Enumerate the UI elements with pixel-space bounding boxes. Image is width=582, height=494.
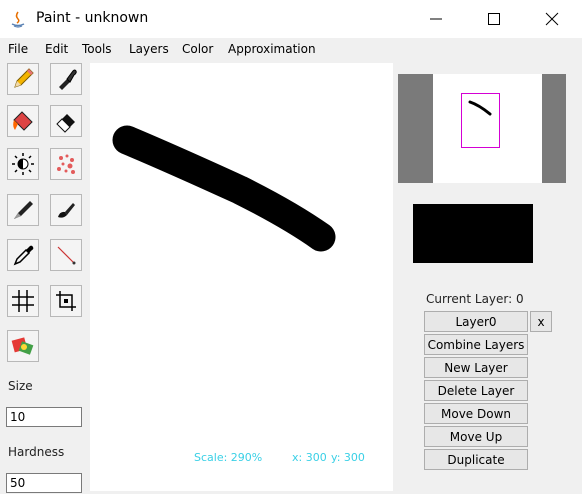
combine-layers-button[interactable]: Combine Layers	[424, 334, 528, 355]
title-bar: Paint - unknown	[0, 0, 582, 38]
x-readout: x: 300	[292, 451, 327, 464]
preview-page	[433, 74, 542, 183]
maximize-button[interactable]	[465, 0, 523, 38]
spray-tool-button[interactable]	[50, 148, 82, 180]
menu-color[interactable]: Color	[182, 42, 213, 56]
brush-icon	[14, 201, 33, 219]
spray-icon	[57, 154, 75, 174]
drawing-canvas[interactable]	[90, 63, 393, 491]
brightness-tool-button[interactable]	[7, 148, 39, 180]
grid-icon	[12, 290, 34, 312]
menu-layers[interactable]: Layers	[129, 42, 169, 56]
crop-icon	[56, 291, 76, 311]
java-icon	[8, 9, 28, 29]
line-tool-button[interactable]	[50, 239, 82, 271]
hardness-label: Hardness	[8, 445, 65, 459]
paint-bucket-icon	[13, 111, 33, 131]
shapes-icon	[11, 337, 34, 355]
current-color-swatch[interactable]	[413, 204, 533, 263]
paint-bucket-tool-button[interactable]	[7, 105, 39, 137]
remove-layer-button[interactable]: x	[530, 311, 552, 332]
duplicate-button[interactable]: Duplicate	[424, 449, 528, 470]
close-icon	[545, 12, 559, 26]
brush-stroke	[112, 125, 336, 252]
smudge-tool-button[interactable]	[50, 194, 82, 226]
minimize-icon	[430, 18, 442, 20]
move-down-button[interactable]: Move Down	[424, 403, 528, 424]
menu-tools[interactable]: Tools	[82, 42, 112, 56]
delete-layer-button[interactable]: Delete Layer	[424, 380, 528, 401]
shapes-tool-button[interactable]	[7, 330, 39, 362]
window-title: Paint - unknown	[36, 10, 149, 26]
eyedropper-brush-tool-button[interactable]	[50, 63, 82, 95]
new-layer-button[interactable]: New Layer	[424, 357, 528, 378]
eyedropper-brush-icon	[59, 69, 77, 90]
menu-approximation[interactable]: Approximation	[228, 42, 316, 56]
close-button[interactable]	[523, 0, 581, 38]
minimize-button[interactable]	[407, 0, 465, 38]
grid-tool-button[interactable]	[7, 285, 39, 317]
move-up-button[interactable]: Move Up	[424, 426, 528, 447]
hardness-input[interactable]	[6, 473, 82, 493]
y-readout: y: 300	[331, 451, 365, 464]
current-layer-label: Current Layer: 0	[426, 292, 524, 306]
eraser-tool-button[interactable]	[50, 105, 82, 137]
size-label: Size	[8, 379, 33, 393]
brush-tool-button[interactable]	[7, 194, 39, 226]
color-picker-icon	[13, 245, 34, 266]
smudge-icon	[58, 203, 75, 218]
navigator-preview[interactable]	[398, 74, 566, 183]
color-picker-tool-button[interactable]	[7, 239, 39, 271]
brightness-icon	[12, 153, 34, 175]
maximize-icon	[488, 13, 500, 25]
eraser-icon	[56, 114, 75, 133]
preview-viewport-rect[interactable]	[461, 93, 500, 148]
menu-bar: File Edit Tools Layers Color Approximati…	[0, 38, 582, 61]
menu-edit[interactable]: Edit	[45, 42, 68, 56]
pencil-tool-button[interactable]	[7, 63, 39, 95]
crop-tool-button[interactable]	[50, 285, 82, 317]
layer0-button[interactable]: Layer0	[424, 311, 528, 332]
scale-readout: Scale: 290%	[194, 451, 263, 464]
line-icon	[57, 246, 76, 265]
menu-file[interactable]: File	[8, 42, 28, 56]
size-input[interactable]	[6, 407, 82, 427]
pencil-icon	[14, 68, 34, 88]
